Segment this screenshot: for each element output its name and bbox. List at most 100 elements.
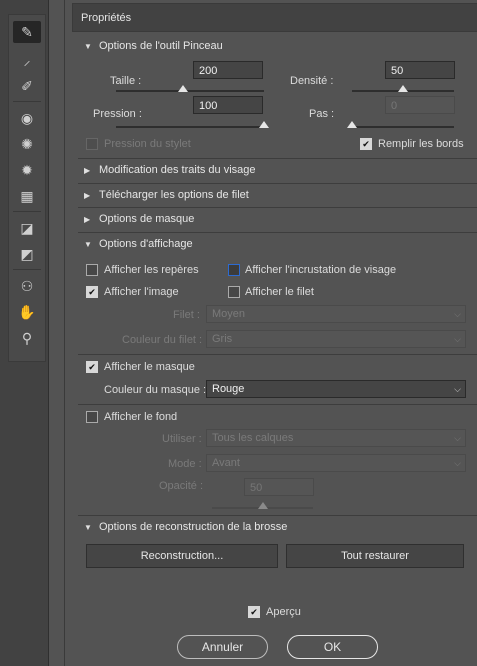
- mesh-color-value: Gris: [212, 333, 233, 345]
- section-view-options-label: Options d'affichage: [99, 238, 193, 250]
- section-face-tools[interactable]: ▶ Modification des traits du visage: [84, 164, 256, 176]
- section-load-mesh[interactable]: ▶ Télécharger les options de filet: [84, 189, 249, 201]
- mode-label: Mode :: [168, 458, 202, 470]
- freeze-mask-icon[interactable]: ◪: [13, 217, 41, 239]
- tool-separator: [13, 211, 41, 212]
- show-mesh-checkbox[interactable]: [228, 286, 240, 298]
- reconstruct-button[interactable]: Reconstruction...: [86, 544, 278, 568]
- show-guides-label: Afficher les repères: [104, 264, 199, 276]
- tools-panel: ✎ ⸝ ✐ ◉ ✺ ✹ ▦ ◪ ◩ ⚇ ✋ ⚲: [0, 0, 49, 666]
- mask-color-value: Rouge: [212, 383, 245, 395]
- tool-separator: [13, 269, 41, 270]
- density-field[interactable]: 50: [385, 61, 455, 79]
- mask-color-select[interactable]: Rouge ⌵: [206, 380, 466, 398]
- pressure-slider-track[interactable]: [116, 126, 264, 128]
- collapse-triangle-icon: ▼: [84, 522, 92, 532]
- show-image-checkbox[interactable]: ✔: [86, 286, 98, 298]
- density-slider-thumb[interactable]: [398, 85, 408, 92]
- smooth-icon[interactable]: ✐: [13, 75, 41, 97]
- size-label: Taille :: [110, 75, 142, 87]
- collapse-triangle-icon: ▼: [84, 41, 92, 51]
- show-backdrop-checkbox[interactable]: [86, 411, 98, 423]
- face-tool-icon[interactable]: ⚇: [13, 275, 41, 297]
- section-mask-options-label: Options de masque: [99, 213, 195, 225]
- properties-title: Propriétés: [81, 12, 132, 24]
- section-divider: [78, 354, 477, 355]
- mesh-color-select[interactable]: Gris ⌵: [206, 330, 466, 348]
- twirl-icon[interactable]: ◉: [13, 107, 41, 129]
- section-brush-options[interactable]: ▼ Options de l'outil Pinceau: [84, 40, 223, 52]
- size-slider-track[interactable]: [116, 90, 264, 92]
- mode-value: Avant: [212, 457, 240, 469]
- section-load-mesh-label: Télécharger les options de filet: [99, 189, 249, 201]
- pucker-icon[interactable]: ✺: [13, 133, 41, 155]
- pin-edges-label: Remplir les bords: [378, 138, 464, 150]
- section-divider: [78, 232, 477, 233]
- hand-icon[interactable]: ✋: [13, 301, 41, 323]
- mesh-color-label: Couleur du filet :: [122, 334, 203, 346]
- section-face-tools-label: Modification des traits du visage: [99, 164, 256, 176]
- section-divider: [78, 183, 477, 184]
- show-image-label: Afficher l'image: [104, 286, 179, 298]
- chevron-down-icon: ⌵: [454, 309, 461, 319]
- mesh-size-label: Filet :: [173, 309, 200, 321]
- section-divider: [78, 158, 477, 159]
- show-mask-label: Afficher le masque: [104, 361, 195, 373]
- use-value: Tous les calques: [212, 432, 294, 444]
- section-divider: [78, 404, 477, 405]
- show-face-overlay-label: Afficher l'incrustation de visage: [245, 264, 397, 276]
- size-slider-thumb[interactable]: [177, 85, 188, 92]
- rate-slider-track[interactable]: [352, 126, 454, 128]
- pressure-field[interactable]: 100: [193, 96, 263, 114]
- bloat-icon[interactable]: ✹: [13, 159, 41, 181]
- panel-divider: [64, 0, 65, 666]
- reconstruct-icon[interactable]: ⸝: [13, 49, 41, 71]
- rate-label: Pas :: [309, 108, 335, 120]
- tools-strip: ✎ ⸝ ✐ ◉ ✺ ✹ ▦ ◪ ◩ ⚇ ✋ ⚲: [8, 14, 46, 362]
- section-view-options[interactable]: ▼ Options d'affichage: [84, 238, 193, 250]
- mesh-size-select[interactable]: Moyen ⌵: [206, 305, 466, 323]
- preview-checkbox[interactable]: ✔: [248, 606, 260, 618]
- chevron-down-icon: ⌵: [454, 384, 461, 394]
- show-mask-checkbox[interactable]: ✔: [86, 361, 98, 373]
- section-mask-options[interactable]: ▶ Options de masque: [84, 213, 194, 225]
- size-field[interactable]: 200: [193, 61, 263, 79]
- expand-triangle-icon: ▶: [84, 190, 91, 200]
- preview-label: Aperçu: [266, 606, 301, 618]
- ok-button[interactable]: OK: [287, 635, 378, 659]
- zoom-icon[interactable]: ⚲: [13, 327, 41, 349]
- show-guides-checkbox[interactable]: [86, 264, 98, 276]
- rate-slider-thumb[interactable]: [347, 121, 357, 128]
- density-label: Densité :: [290, 75, 334, 87]
- section-brush-options-label: Options de l'outil Pinceau: [99, 40, 223, 52]
- section-divider: [78, 207, 477, 208]
- mode-select[interactable]: Avant ⌵: [206, 454, 466, 472]
- tool-separator: [13, 101, 41, 102]
- properties-header: Propriétés: [72, 3, 477, 32]
- collapse-triangle-icon: ▼: [84, 239, 92, 249]
- show-face-overlay-checkbox[interactable]: [228, 264, 240, 276]
- push-left-icon[interactable]: ▦: [13, 185, 41, 207]
- expand-triangle-icon: ▶: [84, 214, 91, 224]
- section-reconstruct-options[interactable]: ▼ Options de reconstruction de la brosse: [84, 521, 287, 533]
- forward-warp-icon[interactable]: ✎: [13, 21, 41, 43]
- chevron-down-icon: ⌵: [454, 433, 461, 443]
- use-label: Utiliser :: [162, 433, 202, 445]
- cancel-button[interactable]: Annuler: [177, 635, 268, 659]
- restore-all-button[interactable]: Tout restaurer: [286, 544, 464, 568]
- section-reconstruct-options-label: Options de reconstruction de la brosse: [99, 521, 288, 533]
- opacity-field[interactable]: 50: [244, 478, 314, 496]
- chevron-down-icon: ⌵: [454, 458, 461, 468]
- mask-color-label: Couleur du masque :: [104, 384, 207, 396]
- pressure-slider-thumb[interactable]: [259, 121, 269, 128]
- thaw-mask-icon[interactable]: ◩: [13, 243, 41, 265]
- expand-triangle-icon: ▶: [84, 165, 91, 175]
- pin-edges-checkbox[interactable]: ✔: [360, 138, 372, 150]
- stylus-pressure-label: Pression du stylet: [104, 138, 191, 150]
- section-divider: [78, 515, 477, 516]
- rate-field[interactable]: 0: [385, 96, 455, 114]
- opacity-slider-thumb[interactable]: [257, 502, 268, 509]
- stylus-pressure-checkbox[interactable]: [86, 138, 98, 150]
- use-select[interactable]: Tous les calques ⌵: [206, 429, 466, 447]
- show-mesh-label: Afficher le filet: [245, 286, 314, 298]
